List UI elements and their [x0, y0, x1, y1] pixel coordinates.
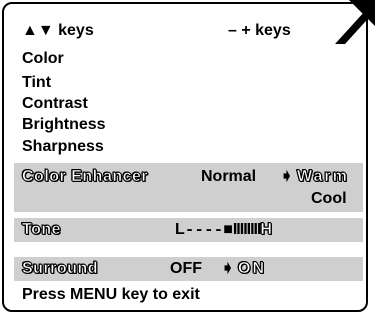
menu-item-contrast[interactable]: Contrast	[22, 94, 88, 114]
color-enhancer-label: Color Enhancer	[22, 168, 149, 186]
color-enhancer-option-normal[interactable]: Normal	[201, 167, 256, 187]
tone-scale[interactable]: L----■IIIIIIIIH	[175, 220, 272, 240]
menu-item-tint[interactable]: Tint	[22, 73, 51, 93]
surround-option-on[interactable]: ON	[238, 259, 266, 279]
tone-scale-dashes: ----	[184, 221, 224, 239]
tone-label: Tone	[22, 221, 62, 239]
tone-level-marker: ■	[223, 221, 233, 238]
exit-hint: Press MENU key to exit	[22, 286, 200, 303]
adjust-keys-label: – + keys	[228, 22, 291, 39]
selection-pointer-icon: ➧	[280, 168, 294, 185]
color-enhancer-option-cool[interactable]: Cool	[311, 189, 347, 209]
menu-item-brightness[interactable]: Brightness	[22, 115, 106, 135]
tone-high-label: H	[260, 221, 272, 239]
selection-pointer-icon: ➧	[221, 260, 235, 277]
surround-option-off[interactable]: OFF	[170, 259, 202, 279]
tone-low-label: L	[175, 221, 185, 238]
menu-item-sharpness[interactable]: Sharpness	[22, 137, 104, 157]
color-enhancer-option-warm[interactable]: Warm	[297, 167, 349, 187]
nav-keys-label: ▲▼ keys	[22, 22, 94, 39]
pointer-arrow-icon	[335, 0, 375, 44]
surround-label: Surround	[22, 260, 98, 278]
tone-level-bars: IIIIIIII	[232, 221, 262, 238]
menu-item-color[interactable]: Color	[22, 49, 64, 69]
